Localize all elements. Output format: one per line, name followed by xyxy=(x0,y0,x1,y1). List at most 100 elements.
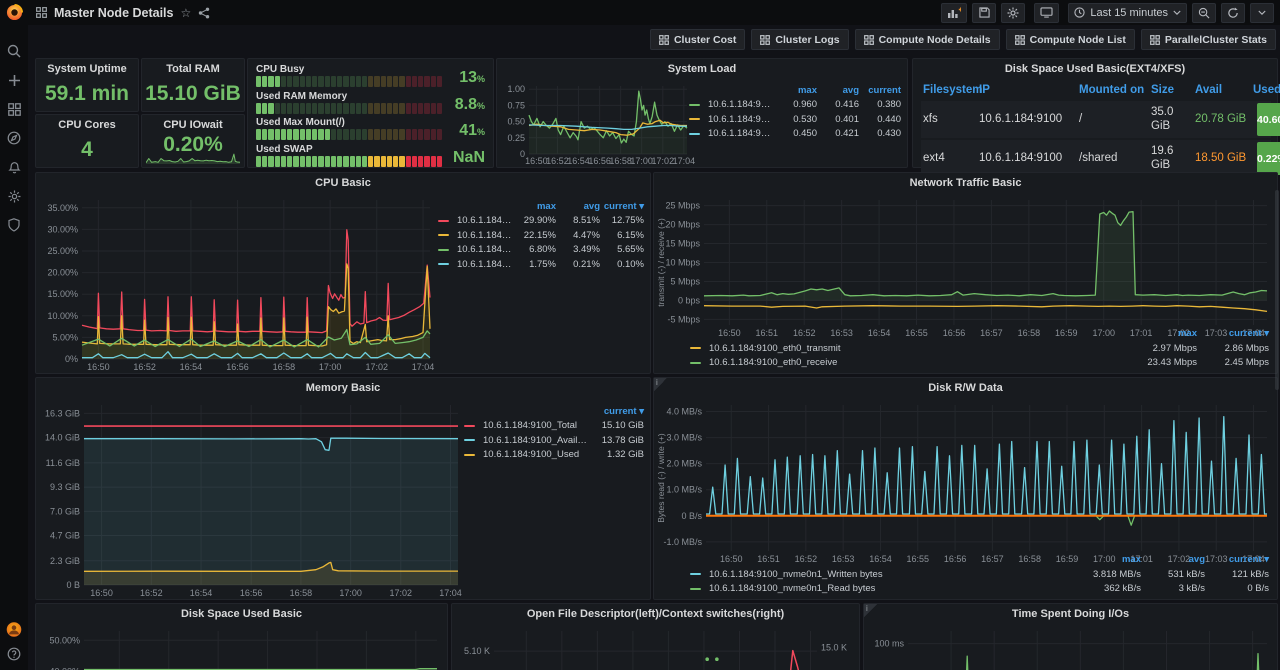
legend-column-avg[interactable]: avg xyxy=(556,201,600,212)
svg-text:16:58: 16:58 xyxy=(609,156,632,166)
series-name[interactable]: 10.6.1.184:9100_Used xyxy=(478,449,588,460)
create-plus-icon[interactable] xyxy=(6,72,22,88)
panel-title[interactable]: Network Traffic Basic xyxy=(654,173,1277,193)
link-label: Cluster Cost xyxy=(674,34,736,46)
panel-title[interactable]: Memory Basic xyxy=(36,378,650,398)
legend-column-max[interactable]: max xyxy=(1125,328,1197,339)
legend-value: 6.15% xyxy=(600,230,644,241)
dashboard-title[interactable]: Master Node Details xyxy=(54,6,173,20)
search-icon[interactable] xyxy=(6,43,22,59)
series-name[interactable]: 10.6.1.184:9100_1m xyxy=(703,99,775,110)
gauge-bar[interactable] xyxy=(256,76,442,87)
alerting-bell-icon[interactable] xyxy=(6,159,22,175)
series-name[interactable]: 10.6.1.184:9100_System xyxy=(452,244,512,255)
legend-column-max[interactable]: max xyxy=(775,85,817,96)
legend-column-current[interactable]: current ▾ xyxy=(1197,328,1269,339)
time-range-picker[interactable]: Last 15 minutes xyxy=(1068,3,1187,23)
dashboards-icon[interactable] xyxy=(6,101,22,117)
panel-info-icon[interactable]: i xyxy=(864,604,877,617)
series-name[interactable]: 10.6.1.184:9100_Available xyxy=(478,435,588,446)
time-ios-chart[interactable]: 100 ms75 ms50 ms25 ms xyxy=(866,624,1275,670)
panel-title[interactable]: System Load xyxy=(497,59,907,79)
gauge-cell xyxy=(287,129,292,140)
dashboard-settings-button[interactable] xyxy=(1001,3,1025,23)
disk-rw-chart[interactable]: 16:5016:5116:5216:5316:5416:5516:5616:57… xyxy=(656,398,1275,565)
grid-icon xyxy=(659,35,669,45)
column-header[interactable]: Size xyxy=(1149,84,1193,98)
series-name[interactable]: 10.6.1.184:9100_Total xyxy=(452,215,512,226)
legend-column-max[interactable]: max xyxy=(1077,554,1141,565)
dashboard-link-cluster-cost[interactable]: Cluster Cost xyxy=(650,29,745,50)
explore-compass-icon[interactable] xyxy=(6,130,22,146)
series-name[interactable]: 10.6.1.184:9100_Total xyxy=(478,420,588,431)
scrollbar[interactable] xyxy=(1275,190,1279,390)
panel-title[interactable]: System Uptime xyxy=(36,59,138,79)
legend-column-current[interactable]: current xyxy=(859,85,901,96)
legend-column-avg[interactable]: avg xyxy=(817,85,859,96)
series-name[interactable]: 10.6.1.184:9100_Iowait xyxy=(452,259,512,270)
star-icon[interactable]: ☆ xyxy=(180,6,191,20)
admin-shield-icon[interactable] xyxy=(6,217,22,233)
dashboard-link-parallelcluster-stats[interactable]: ParallelCluster Stats xyxy=(1141,29,1276,50)
column-header[interactable]: Avail xyxy=(1193,84,1251,98)
gauge-cell xyxy=(262,103,267,114)
gauge-cell xyxy=(343,76,348,87)
gauge-cell xyxy=(318,103,323,114)
panel-title[interactable]: CPU Basic xyxy=(36,173,650,193)
zoom-out-button[interactable] xyxy=(1192,3,1216,23)
column-header[interactable]: Mounted on xyxy=(1077,84,1149,98)
column-header[interactable]: IP xyxy=(977,84,1077,98)
dashboard-link-cluster-logs[interactable]: Cluster Logs xyxy=(751,29,848,50)
panel-title[interactable]: Disk Space Used Basic xyxy=(36,604,447,624)
help-icon[interactable] xyxy=(6,646,22,662)
gauge-bar[interactable] xyxy=(256,129,442,140)
refresh-interval-dropdown[interactable] xyxy=(1250,3,1274,23)
panel-title[interactable]: CPU Cores xyxy=(36,115,138,135)
top-nav: Master Node Details ☆ Last 15 minutes xyxy=(0,0,1280,25)
add-panel-button[interactable] xyxy=(941,3,967,23)
dashboard-link-compute-node-list[interactable]: Compute Node List xyxy=(1006,29,1135,50)
refresh-button[interactable] xyxy=(1221,3,1245,23)
open-fd-chart[interactable]: 5.10 K5.05 K5.00 K15.0 K12.5 K10.0 Kcont… xyxy=(454,624,857,670)
series-name[interactable]: 10.6.1.184:9100_5m xyxy=(703,114,775,125)
panel-title[interactable]: Disk Space Used Basic(EXT4/XFS) xyxy=(913,59,1277,79)
series-name[interactable]: 10.6.1.184:9100_nvme0n1_Read bytes xyxy=(704,583,1077,594)
system-load-chart[interactable]: 16:5016:5216:5416:5616:5817:0017:0217:04… xyxy=(499,79,695,167)
cycle-view-button[interactable] xyxy=(1034,3,1059,23)
network-traffic-legend: maxcurrent ▾ 10.6.1.184:9100_eth0_transmi… xyxy=(690,327,1269,371)
series-name[interactable]: 10.6.1.184:9100_User xyxy=(452,230,512,241)
legend-column-avg[interactable]: avg xyxy=(1141,554,1205,565)
svg-text:16:50: 16:50 xyxy=(525,156,548,166)
gauge-cell xyxy=(431,156,436,167)
series-name[interactable]: 10.6.1.184:9100_15m xyxy=(703,128,775,139)
series-name[interactable]: 10.6.1.184:9100_eth0_transmit xyxy=(704,343,1125,354)
series-name[interactable]: 10.6.1.184:9100_nvme0n1_Written bytes xyxy=(704,569,1077,580)
save-dashboard-button[interactable] xyxy=(972,3,996,23)
panel-info-icon[interactable]: i xyxy=(654,378,667,391)
legend-column-current[interactable]: current ▾ xyxy=(600,201,644,212)
dashboard-link-compute-node-details[interactable]: Compute Node Details xyxy=(855,29,1000,50)
panel-title[interactable]: Disk R/W Data xyxy=(654,378,1277,398)
gauge-bar[interactable] xyxy=(256,156,442,167)
configuration-gear-icon[interactable] xyxy=(6,188,22,204)
legend-column-current[interactable]: current ▾ xyxy=(588,406,644,417)
legend-column-max[interactable]: max xyxy=(512,201,556,212)
grafana-logo[interactable] xyxy=(0,0,28,25)
gauge-bar[interactable] xyxy=(256,103,442,114)
panel-title[interactable]: Total RAM xyxy=(142,59,244,79)
column-header[interactable]: Filesystem xyxy=(921,84,977,98)
disk-space-used-chart[interactable]: 50.00%40.00%30.00%20.00% xyxy=(38,624,445,670)
gauge-cell xyxy=(362,129,367,140)
user-avatar[interactable] xyxy=(6,621,22,637)
column-header[interactable]: Used xyxy=(1251,84,1280,98)
legend-column-current[interactable]: current ▾ xyxy=(1205,554,1269,565)
memory-basic-chart[interactable]: 16:5016:5216:5416:5616:5817:0017:0217:04… xyxy=(38,398,466,599)
cpu-basic-chart[interactable]: 16:5016:5216:5416:5616:5817:0017:0217:04… xyxy=(38,193,438,373)
series-name[interactable]: 10.6.1.184:9100_eth0_receive xyxy=(704,357,1125,368)
network-traffic-chart[interactable]: 16:5016:5116:5216:5316:5416:5516:5616:57… xyxy=(656,193,1275,339)
share-icon[interactable] xyxy=(198,7,210,19)
table-row[interactable]: xfs10.6.1.184:9100/35.0 GiB20.78 GiB40.6… xyxy=(921,101,1271,138)
panel-title[interactable]: Open File Descriptor(left)/Context switc… xyxy=(452,604,859,624)
panel-title[interactable]: Time Spent Doing I/Os xyxy=(864,604,1277,624)
panel-title[interactable]: CPU IOwait xyxy=(142,115,244,135)
